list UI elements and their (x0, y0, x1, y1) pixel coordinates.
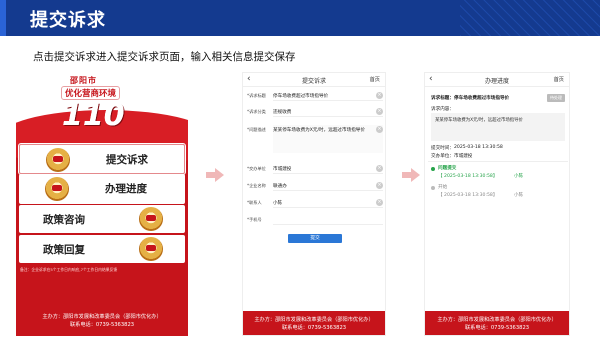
content-value: 某某停车场收费为X元/时，远超过市场指导价 (431, 113, 565, 141)
menu-submit-appeal[interactable]: 提交诉求 (18, 143, 186, 175)
slide: 提交诉求 点击提交诉求进入提交诉求页面，输入相关信息提交保存 邵阳市 优化营商环… (0, 0, 600, 338)
emblem-icon (139, 207, 163, 231)
footer-phone: 联系电话：0739-5363823 (464, 325, 530, 331)
clear-icon[interactable]: × (376, 92, 383, 99)
header-pattern (460, 0, 600, 36)
footer-phone: 联系电话：0739-5363823 (281, 325, 347, 331)
emblem-icon (139, 237, 163, 261)
form-nav: ‹ 提交诉求 首页 (243, 73, 385, 87)
home-footer: 主办方：邵阳市发展和改革委员会（邵阳市优化办） 联系电话：0739-536382… (16, 313, 188, 329)
home-link[interactable]: 首页 (554, 76, 564, 83)
flow-arrow-icon (402, 168, 420, 182)
submit-time-label: 提交时间： (431, 146, 454, 151)
footer-org: 主办方：邵阳市发展和改革委员会（邵阳市优化办） (254, 317, 374, 323)
description-textarea[interactable]: 某某停车场收费为X元/时，远超过市场指导价 (273, 125, 383, 153)
company-input[interactable]: 联通办 (273, 181, 383, 191)
timeline-step-person: 小陈 (514, 174, 524, 179)
menu-label: 办理进度 (105, 183, 147, 195)
timeline-step-person: 小陈 (514, 193, 524, 198)
form-nav-title: 提交诉求 (301, 78, 326, 85)
phone-input[interactable] (273, 215, 383, 225)
footer-org: 主办方：邵阳市发展和改革委员会（邵阳市优化办） (42, 314, 162, 320)
unit-value: 市城建投 (454, 154, 473, 159)
banner-number: 110 (62, 98, 125, 133)
home-screen: 邵阳市 优化营商环境 110 提交诉求 办理进度 政策咨询 政策回复 备注：企业… (16, 72, 188, 336)
field-label: *联系人 (247, 200, 262, 205)
progress-nav: ‹ 办理进度 首页 (425, 73, 569, 87)
timeline-dot (431, 186, 435, 190)
timeline-step-title: 问题提交 (438, 166, 457, 171)
clear-icon[interactable]: × (376, 108, 383, 115)
progress-footer: 主办方：邵阳市发展和改革委员会（邵阳市优化办） 联系电话：0739-536382… (425, 311, 569, 335)
menu-policy-consult[interactable]: 政策咨询 (19, 205, 185, 233)
timeline-dot (431, 167, 435, 171)
title-input[interactable]: 停车场收费超过市场指导价 (273, 91, 383, 101)
footer-org: 主办方：邵阳市发展和改革委员会（邵阳市优化办） (437, 317, 557, 323)
clear-icon[interactable]: × (376, 182, 383, 189)
field-label: *诉求标题 (247, 93, 266, 98)
timeline-step-title: 开始 (438, 185, 448, 190)
emblem-icon (45, 177, 69, 201)
content-label: 诉求内容： (431, 107, 454, 112)
emblem-icon (46, 148, 70, 172)
field-label: *交办单位 (247, 166, 266, 171)
submit-form-screen: ‹ 提交诉求 首页 *诉求标题 停车场收费超过市场指导价 × *诉求分类 违规收… (242, 72, 386, 336)
footer-text: 主办方：邵阳市发展和改革委员会（邵阳市优化办） 联系电话：0739-536382… (425, 316, 569, 332)
progress-screen: ‹ 办理进度 首页 诉求标题： 停车场收费超过市场指导价 待处理 诉求内容： 某… (424, 72, 570, 336)
field-label: *企业名称 (247, 183, 266, 188)
progress-nav-title: 办理进度 (484, 78, 509, 85)
category-select[interactable]: 违规收费 (273, 107, 383, 117)
unit-label: 交办单位： (431, 154, 454, 159)
flow-arrow-icon (206, 168, 224, 182)
submit-button[interactable]: 提交 (288, 234, 342, 243)
submit-time: 2025-03-18 13:30:58 (454, 145, 503, 150)
form-footer: 主办方：邵阳市发展和改革委员会（邵阳市优化办） 联系电话：0739-536382… (243, 311, 385, 335)
footer-text: 主办方：邵阳市发展和改革委员会（邵阳市优化办） 联系电话：0739-536382… (243, 316, 385, 332)
home-banner: 邵阳市 优化营商环境 110 (16, 72, 188, 170)
slide-title: 提交诉求 (30, 10, 106, 31)
clear-icon[interactable]: × (376, 199, 383, 206)
clear-icon[interactable]: × (376, 165, 383, 172)
header-accent-bar (0, 0, 6, 36)
home-note: 备注：企业诉求在5个工作日内响应,7个工作日内结果反馈 (20, 267, 118, 272)
field-label: *诉求分类 (247, 109, 266, 114)
title-label: 诉求标题： (431, 96, 454, 101)
clear-icon[interactable]: × (376, 126, 383, 133)
slide-subtitle: 点击提交诉求进入提交诉求页面，输入相关信息提交保存 (33, 51, 296, 63)
banner-city: 邵阳市 (70, 76, 97, 85)
progress-timeline: 问题提交 【 2025-03-18 13:30:58】 小陈 开始 【 2025… (428, 161, 568, 201)
menu-label: 提交诉求 (106, 154, 148, 166)
menu-policy-reply[interactable]: 政策回复 (19, 235, 185, 263)
status-badge: 待处理 (547, 94, 565, 102)
menu-label: 政策回复 (43, 244, 85, 256)
timeline-step-time: 【 2025-03-18 13:30:58】 (438, 193, 498, 198)
home-link[interactable]: 首页 (370, 76, 380, 83)
menu-progress[interactable]: 办理进度 (19, 174, 185, 204)
field-label: *手机号 (247, 217, 262, 222)
timeline-step-time: 【 2025-03-18 13:30:58】 (438, 174, 498, 179)
appeal-detail-card: 诉求标题： 停车场收费超过市场指导价 待处理 诉求内容： 某某停车场收费为X元/… (428, 91, 568, 159)
field-label: *问题描述 (247, 127, 266, 132)
footer-phone: 联系电话：0739-5363823 (69, 322, 135, 328)
slide-header: 提交诉求 (0, 0, 600, 36)
contact-input[interactable]: 小陈 (273, 198, 383, 208)
unit-select[interactable]: 市城建投 (273, 164, 383, 174)
menu-label: 政策咨询 (43, 214, 85, 226)
title-value: 停车场收费超过市场指导价 (454, 96, 510, 101)
